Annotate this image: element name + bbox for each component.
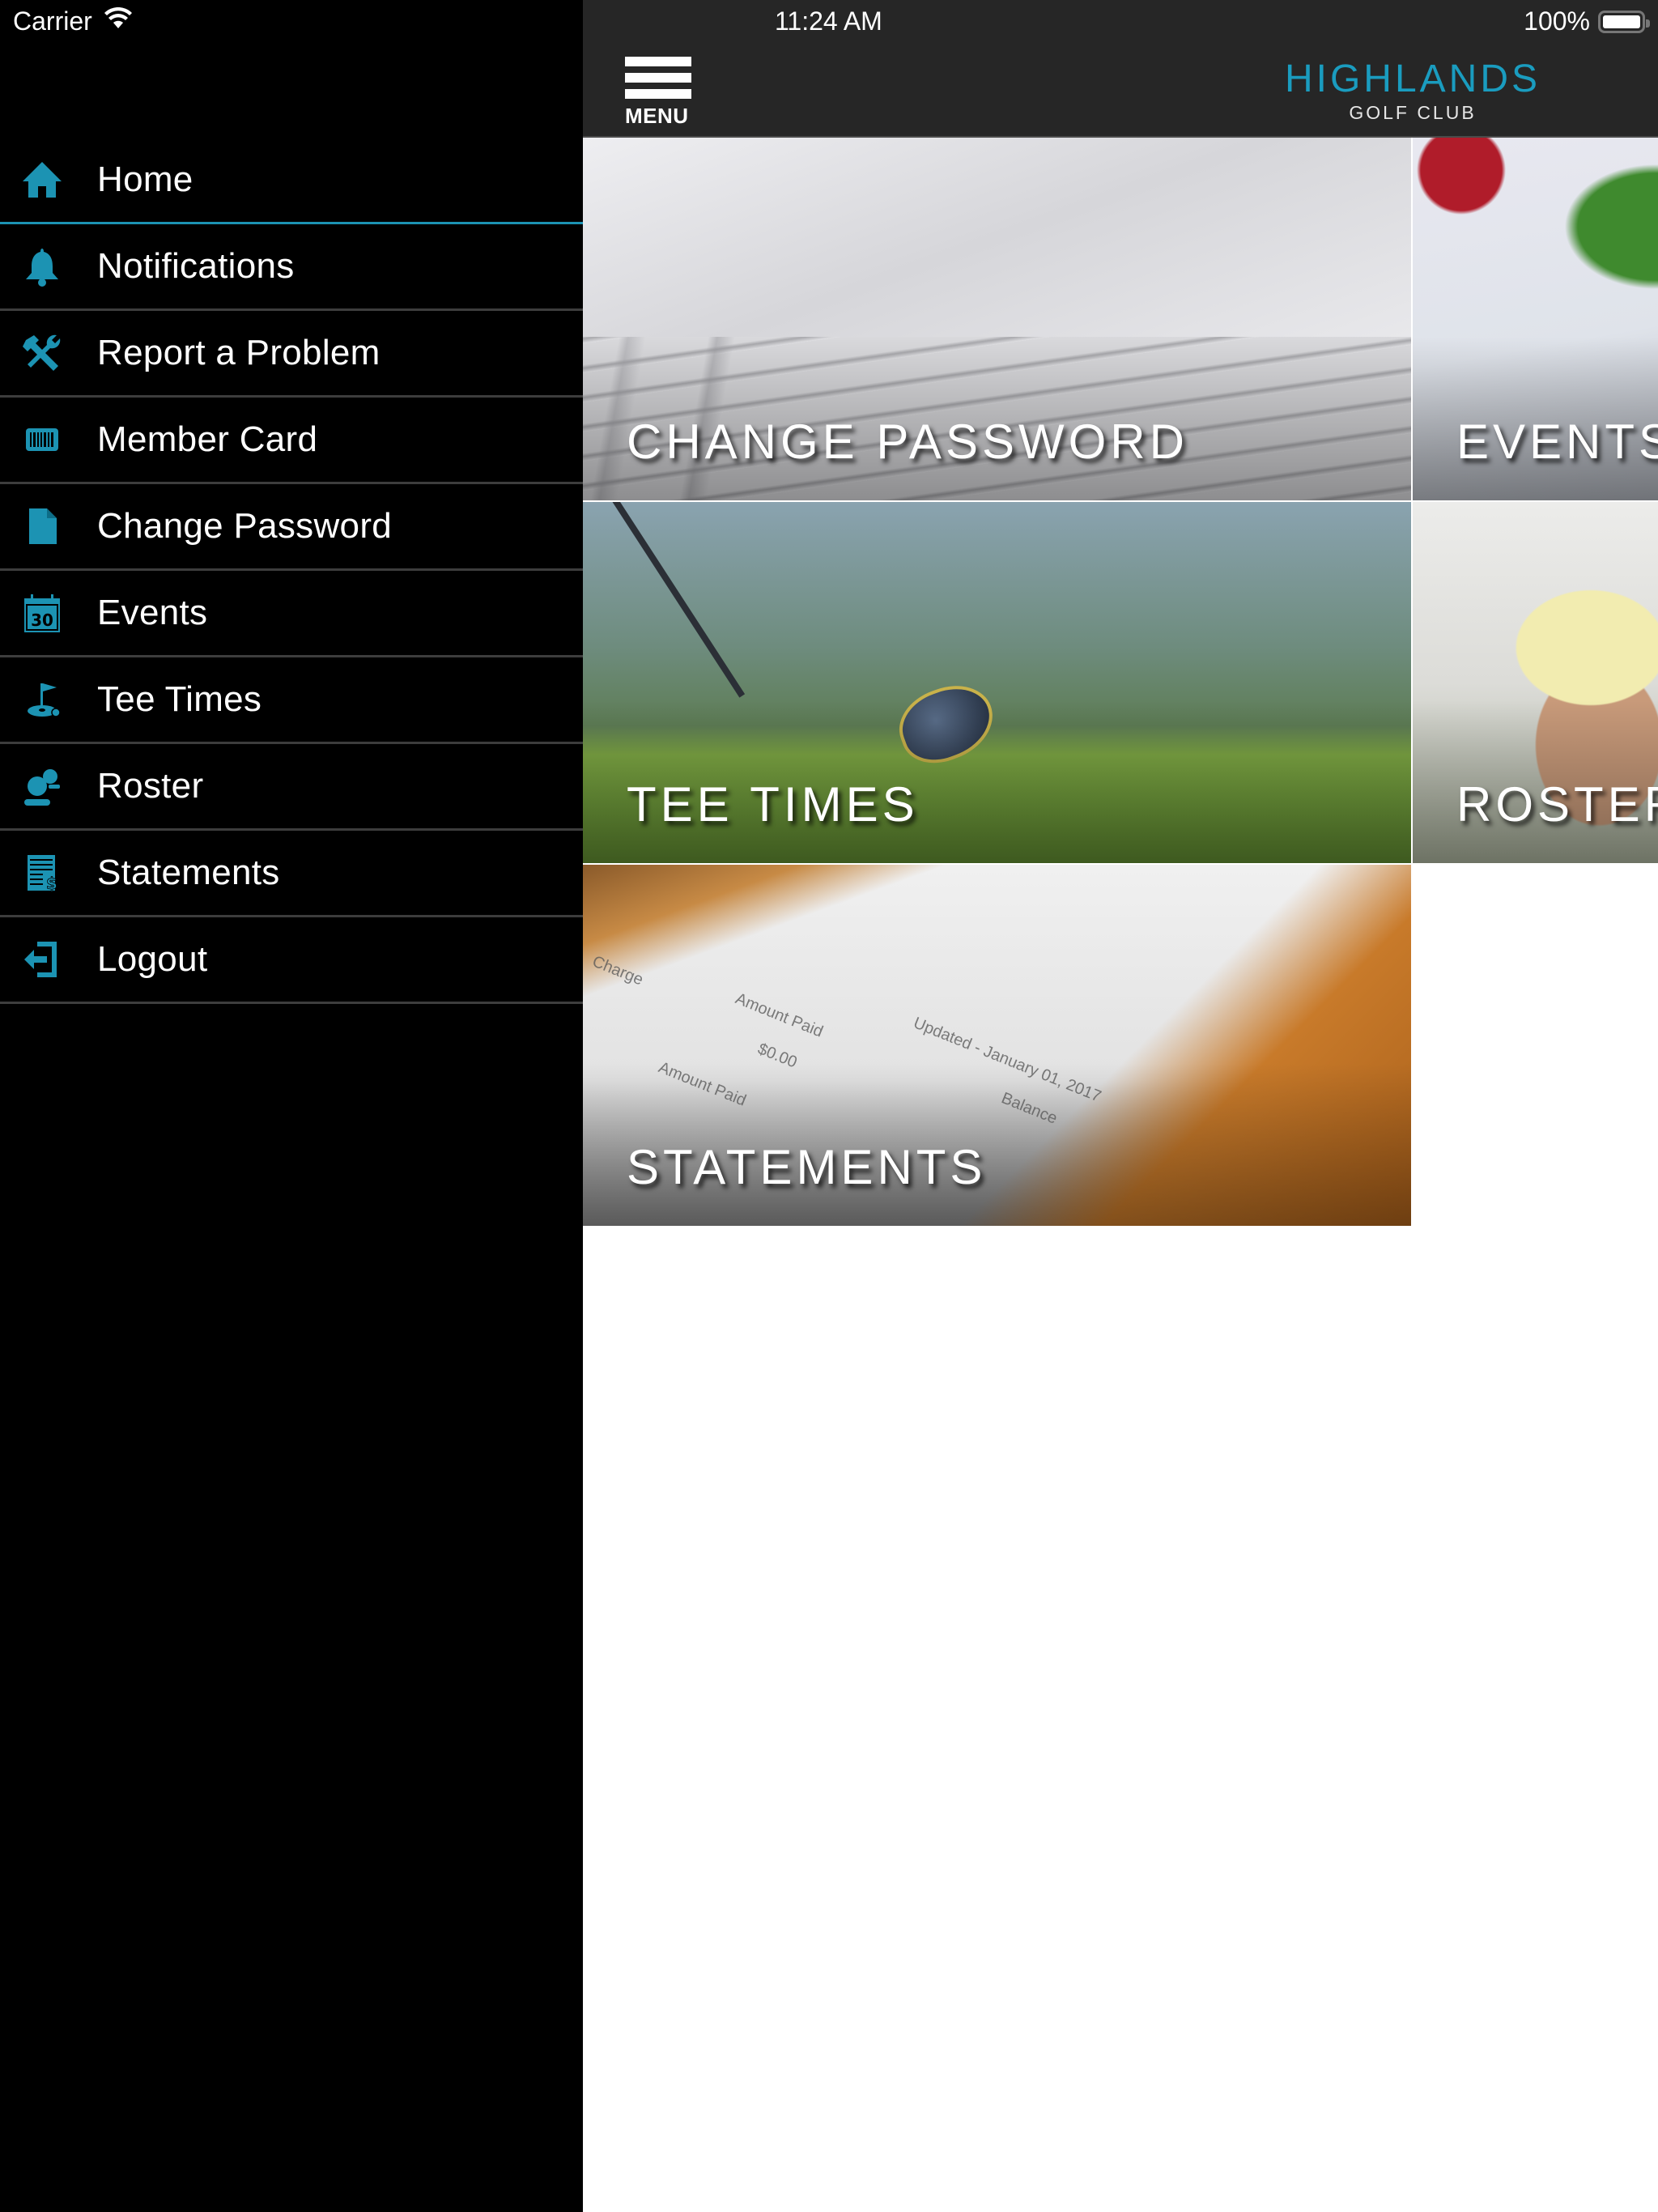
main-content: MENU HIGHLANDS GOLF CLUB CHANGE PASSWORD… bbox=[583, 0, 1658, 2212]
golf-flag-icon bbox=[19, 677, 65, 722]
menu-item-label: Notifications bbox=[97, 246, 295, 286]
svg-text:30: 30 bbox=[31, 610, 53, 630]
statement-photo-text: Charge bbox=[589, 952, 646, 989]
wifi-icon bbox=[104, 6, 133, 36]
golf-club-photo bbox=[607, 502, 746, 698]
menu-item-label: Roster bbox=[97, 766, 204, 806]
menu-item-label: Home bbox=[97, 160, 193, 199]
statement-photo-text: Amount Paid bbox=[733, 989, 826, 1041]
tile-label: ROSTER bbox=[1456, 777, 1658, 832]
menu-item-home[interactable]: Home bbox=[0, 138, 583, 224]
golf-club-head bbox=[889, 674, 1004, 774]
tools-icon bbox=[19, 330, 65, 376]
statement-photo-text: Balance bbox=[998, 1089, 1060, 1128]
tile-events[interactable]: EVENTS bbox=[1413, 138, 1658, 500]
status-carrier: Carrier bbox=[13, 6, 133, 36]
tile-label: CHANGE PASSWORD bbox=[627, 415, 1188, 469]
menu-item-label: Logout bbox=[97, 939, 208, 979]
menu-item-notifications[interactable]: Notifications bbox=[0, 224, 583, 311]
tile-tee-times[interactable]: TEE TIMES bbox=[583, 502, 1411, 863]
menu-item-tee-times[interactable]: Tee Times bbox=[0, 657, 583, 744]
logout-icon bbox=[19, 937, 65, 982]
battery-icon bbox=[1598, 10, 1650, 33]
menu-item-events[interactable]: 30 Events bbox=[0, 571, 583, 657]
menu-item-label: Tee Times bbox=[97, 679, 262, 719]
tile-statements[interactable]: Charge Amount Paid $0.00 Updated - Janua… bbox=[583, 865, 1411, 1226]
menu-item-change-password[interactable]: Change Password bbox=[0, 484, 583, 571]
logo-title: HIGHLANDS bbox=[1284, 57, 1541, 100]
menu-item-label: Member Card bbox=[97, 419, 318, 459]
statement-photo-text: Amount Paid bbox=[656, 1058, 749, 1110]
envelopes-photo bbox=[583, 138, 1411, 338]
menu-item-label: Change Password bbox=[97, 506, 393, 546]
menu-button[interactable]: MENU bbox=[625, 57, 691, 129]
tile-label: STATEMENTS bbox=[627, 1140, 987, 1194]
status-battery: 100% bbox=[1524, 6, 1650, 36]
document-icon bbox=[19, 504, 65, 549]
menu-item-report-problem[interactable]: Report a Problem bbox=[0, 311, 583, 398]
tile-label: EVENTS bbox=[1456, 415, 1658, 469]
statement-dollar-icon: $ bbox=[19, 850, 65, 895]
calendar-icon: 30 bbox=[19, 590, 65, 636]
menu-list: Home Notifications Report a Problem Memb… bbox=[0, 138, 583, 1004]
logo-subtitle: GOLF CLUB bbox=[1349, 102, 1477, 123]
menu-item-member-card[interactable]: Member Card bbox=[0, 398, 583, 484]
status-time: 11:24 AM bbox=[775, 6, 882, 36]
menu-item-label: Report a Problem bbox=[97, 333, 380, 372]
menu-item-logout[interactable]: Logout bbox=[0, 917, 583, 1004]
battery-fill bbox=[1603, 15, 1640, 28]
svg-text:$: $ bbox=[46, 874, 57, 893]
carrier-label: Carrier bbox=[13, 6, 92, 36]
people-icon bbox=[19, 764, 65, 809]
menu-item-statements[interactable]: $ Statements bbox=[0, 831, 583, 917]
hamburger-icon bbox=[625, 57, 691, 66]
club-logo: HIGHLANDS GOLF CLUB bbox=[1281, 60, 1545, 124]
bell-icon bbox=[19, 244, 65, 289]
menu-item-label: Statements bbox=[97, 853, 280, 892]
home-icon bbox=[19, 157, 65, 202]
tile-roster[interactable]: ROSTER bbox=[1413, 502, 1658, 863]
top-navigation-bar: MENU HIGHLANDS GOLF CLUB bbox=[583, 0, 1658, 138]
barcode-card-icon bbox=[19, 417, 65, 462]
tile-label: TEE TIMES bbox=[627, 777, 919, 832]
statement-photo-text: $0.00 bbox=[755, 1040, 800, 1072]
menu-item-roster[interactable]: Roster bbox=[0, 744, 583, 831]
menu-item-label: Events bbox=[97, 593, 208, 632]
battery-percent: 100% bbox=[1524, 6, 1590, 36]
menu-button-label: MENU bbox=[625, 104, 689, 128]
side-menu: Carrier Home Notifications Report a Prob… bbox=[0, 0, 583, 2212]
tile-change-password[interactable]: CHANGE PASSWORD bbox=[583, 138, 1411, 500]
